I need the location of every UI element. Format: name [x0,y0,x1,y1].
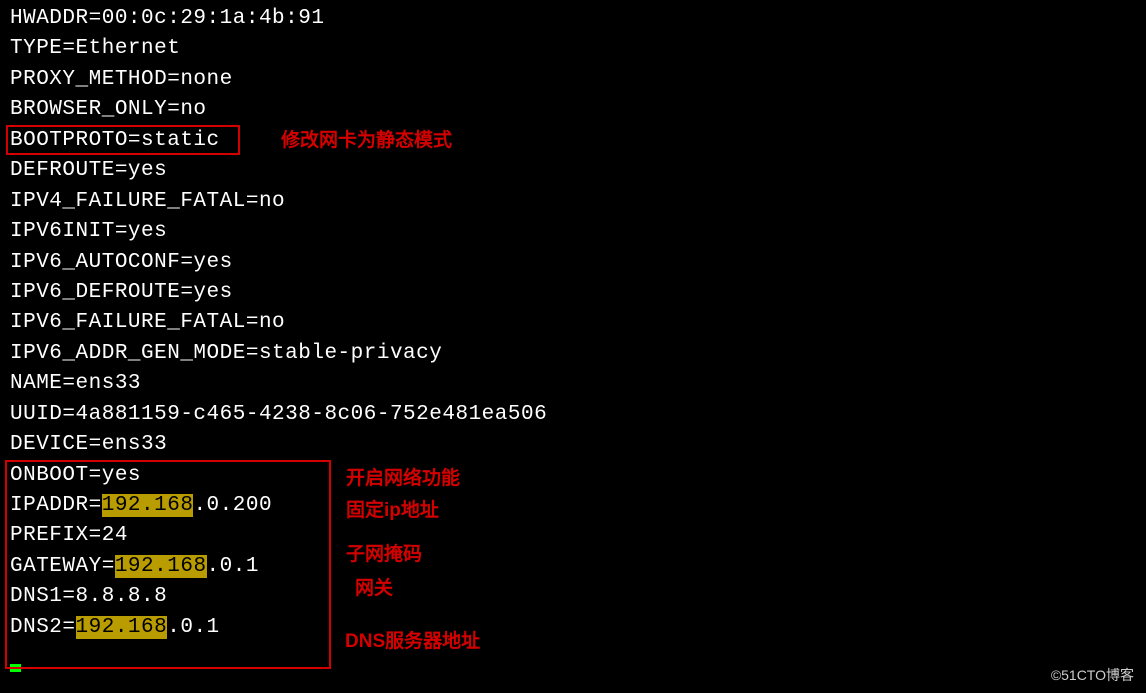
cursor-line[interactable] [10,643,1136,673]
config-line-hwaddr: HWADDR=00:0c:29:1a:4b:91 [10,4,1136,34]
config-line-proxy-method: PROXY_METHOD=none [10,65,1136,95]
gateway-key: GATEWAY= [10,555,115,578]
config-line-ipaddr: IPADDR=192.168.0.200 [10,491,1136,521]
config-line-gateway: GATEWAY=192.168.0.1 [10,552,1136,582]
dns2-highlight: 192.168 [76,616,168,639]
config-line-ipv6-addr-gen-mode: IPV6_ADDR_GEN_MODE=stable-privacy [10,339,1136,369]
annotation-dns: DNS服务器地址 [345,628,480,656]
config-line-defroute: DEFROUTE=yes [10,156,1136,186]
config-line-ipv6-defroute: IPV6_DEFROUTE=yes [10,278,1136,308]
ipaddr-rest: .0.200 [193,494,272,517]
config-line-ipv6-autoconf: IPV6_AUTOCONF=yes [10,248,1136,278]
config-line-prefix: PREFIX=24 [10,521,1136,551]
config-line-name: NAME=ens33 [10,369,1136,399]
annotation-prefix: 子网掩码 [346,541,422,569]
config-line-ipv6init: IPV6INIT=yes [10,217,1136,247]
terminal-cursor [10,664,21,672]
ipaddr-key: IPADDR= [10,494,102,517]
config-line-uuid: UUID=4a881159-c465-4238-8c06-752e481ea50… [10,400,1136,430]
config-line-browser-only: BROWSER_ONLY=no [10,95,1136,125]
annotation-ipaddr: 固定ip地址 [346,497,439,525]
config-line-device: DEVICE=ens33 [10,430,1136,460]
ipaddr-highlight: 192.168 [102,494,194,517]
config-line-type: TYPE=Ethernet [10,34,1136,64]
config-line-onboot: ONBOOT=yes [10,461,1136,491]
config-line-ipv4-failure-fatal: IPV4_FAILURE_FATAL=no [10,187,1136,217]
config-line-bootproto: BOOTPROTO=static [10,126,1136,156]
config-line-dns1: DNS1=8.8.8.8 [10,582,1136,612]
annotation-onboot: 开启网络功能 [346,465,460,493]
dns2-rest: .0.1 [167,616,219,639]
gateway-rest: .0.1 [207,555,259,578]
annotation-bootproto: 修改网卡为静态模式 [281,127,452,155]
annotation-gateway: 网关 [355,575,393,603]
dns2-key: DNS2= [10,616,76,639]
watermark: ©51CTO博客 [1051,665,1134,685]
config-line-dns2: DNS2=192.168.0.1 [10,613,1136,643]
config-line-ipv6-failure-fatal: IPV6_FAILURE_FATAL=no [10,308,1136,338]
gateway-highlight: 192.168 [115,555,207,578]
